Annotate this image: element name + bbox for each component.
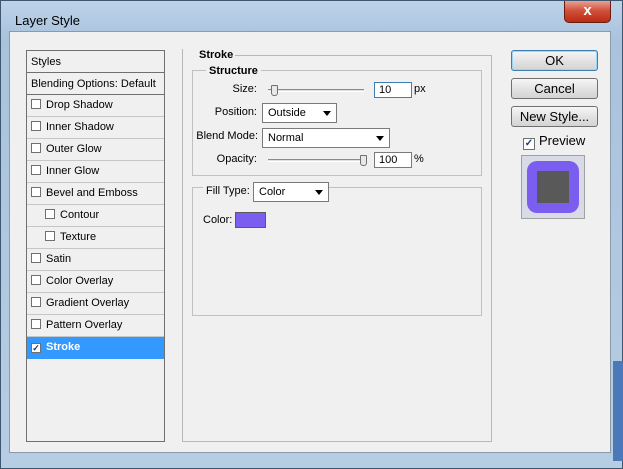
fill-type-select[interactable]: Color	[253, 182, 329, 202]
checkbox[interactable]	[31, 253, 41, 263]
style-item-stroke[interactable]: ✓ Stroke	[27, 337, 164, 359]
styles-list-header[interactable]: Styles	[27, 51, 164, 73]
preview-checkbox[interactable]: ✓ Preview	[523, 133, 585, 150]
style-item-label: Bevel and Emboss	[46, 187, 138, 199]
checkbox-checked[interactable]: ✓	[31, 343, 41, 353]
blending-options-item[interactable]: Blending Options: Default	[27, 73, 164, 95]
stroke-section-title: Stroke	[199, 49, 234, 61]
size-unit: px	[414, 83, 426, 95]
style-item-label: Stroke	[46, 341, 81, 353]
stroke-color-swatch[interactable]	[235, 212, 266, 228]
style-item-color-overlay[interactable]: Color Overlay	[27, 271, 164, 293]
checkbox[interactable]	[31, 297, 41, 307]
preview-label: Preview	[539, 133, 586, 148]
blend-mode-select-value: Normal	[268, 132, 304, 144]
styles-list: Styles Blending Options: Default Drop Sh…	[26, 50, 165, 442]
style-item-texture[interactable]: Texture	[27, 227, 164, 249]
new-style-button[interactable]: New Style...	[511, 106, 598, 127]
style-item-satin[interactable]: Satin	[27, 249, 164, 271]
opacity-slider-thumb[interactable]	[360, 155, 367, 166]
ok-button[interactable]: OK	[511, 50, 598, 71]
window-title: Layer Style	[15, 13, 81, 28]
chevron-down-icon	[315, 190, 323, 195]
section-divider	[235, 55, 491, 56]
size-slider-thumb[interactable]	[271, 85, 278, 96]
opacity-slider[interactable]	[268, 159, 364, 162]
style-item-outer-glow[interactable]: Outer Glow	[27, 139, 164, 161]
style-item-label: Gradient Overlay	[46, 297, 130, 309]
position-label: Position:	[214, 106, 257, 118]
size-input[interactable]: 10	[374, 82, 412, 98]
style-item-label: Satin	[46, 253, 72, 265]
style-item-contour[interactable]: Contour	[27, 205, 164, 227]
close-button[interactable]: x	[564, 1, 611, 23]
background-window-edge	[613, 361, 623, 461]
checkbox[interactable]	[31, 121, 41, 131]
chevron-down-icon	[323, 111, 331, 116]
position-select[interactable]: Outside	[262, 103, 337, 123]
checkbox[interactable]	[31, 319, 41, 329]
checkbox[interactable]	[31, 187, 41, 197]
checkbox[interactable]	[31, 165, 41, 175]
style-item-label: Inner Shadow	[46, 121, 114, 133]
panel-bottom-edge	[182, 441, 492, 442]
checkbox[interactable]	[45, 231, 55, 241]
style-item-inner-glow[interactable]: Inner Glow	[27, 161, 164, 183]
layer-style-dialog: Layer Style x Styles Blending Options: D…	[0, 0, 623, 469]
checkbox[interactable]	[31, 143, 41, 153]
blend-mode-label: Blend Mode:	[196, 130, 258, 142]
preview-stroke-shape	[527, 161, 579, 213]
preview-fill-shape	[537, 171, 569, 203]
style-item-gradient-overlay[interactable]: Gradient Overlay	[27, 293, 164, 315]
style-item-label: Outer Glow	[46, 143, 102, 155]
opacity-label: Opacity:	[216, 153, 257, 165]
fill-type-label: Fill Type:	[203, 185, 253, 197]
style-item-bevel-emboss[interactable]: Bevel and Emboss	[27, 183, 164, 205]
style-preview-thumbnail	[521, 155, 585, 219]
cancel-button[interactable]: Cancel	[511, 78, 598, 99]
checkbox-checked[interactable]: ✓	[523, 138, 535, 150]
checkbox[interactable]	[31, 99, 41, 109]
style-item-label: Color Overlay	[46, 275, 114, 287]
chevron-down-icon	[376, 136, 384, 141]
size-slider[interactable]	[268, 89, 364, 92]
fill-group	[192, 187, 482, 316]
style-item-label: Inner Glow	[46, 165, 100, 177]
style-item-label: Drop Shadow	[46, 99, 113, 111]
panel-left-edge	[182, 49, 183, 441]
style-item-label: Contour	[60, 209, 100, 221]
checkbox[interactable]	[45, 209, 55, 219]
checkbox[interactable]	[31, 275, 41, 285]
style-item-label: Pattern Overlay	[46, 319, 123, 331]
style-item-drop-shadow[interactable]: Drop Shadow	[27, 95, 164, 117]
color-label: Color:	[203, 214, 233, 226]
fill-type-select-value: Color	[259, 186, 286, 198]
position-select-value: Outside	[268, 107, 306, 119]
style-item-label: Texture	[60, 231, 97, 243]
size-label: Size:	[232, 83, 257, 95]
opacity-unit: %	[414, 153, 424, 165]
style-item-pattern-overlay[interactable]: Pattern Overlay	[27, 315, 164, 337]
style-item-inner-shadow[interactable]: Inner Shadow	[27, 117, 164, 139]
blend-mode-select[interactable]: Normal	[262, 128, 390, 148]
opacity-input[interactable]: 100	[374, 152, 412, 168]
panel-right-edge	[491, 55, 492, 441]
structure-title: Structure	[206, 65, 261, 77]
